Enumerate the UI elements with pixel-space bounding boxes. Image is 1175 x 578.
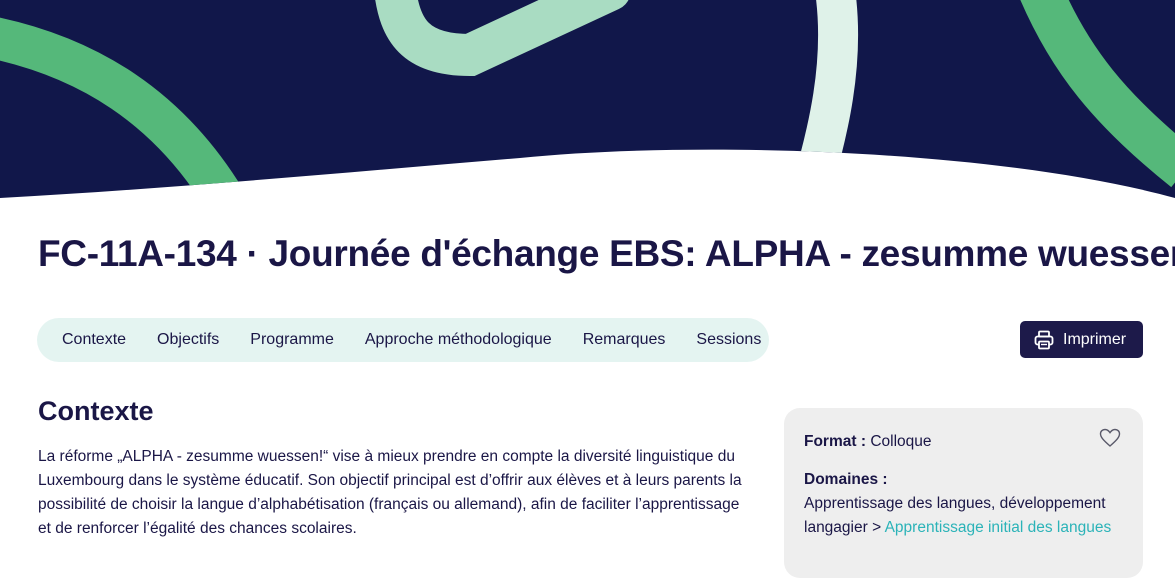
context-paragraph: La réforme „ALPHA - zesumme wuessen!“ vi… [38,448,742,537]
format-label: Format : [804,433,866,450]
domain-link[interactable]: Apprentissage initial des langues [885,519,1112,536]
tab-programme[interactable]: Programme [250,331,334,349]
info-card: Format : Colloque Domaines : Apprentissa… [784,408,1143,578]
tab-objectifs[interactable]: Objectifs [157,331,219,349]
section-heading-contexte: Contexte [38,396,154,426]
tab-contexte[interactable]: Contexte [62,331,126,349]
tab-sessions[interactable]: Sessions [696,331,761,349]
page-title: FC-11A-134 · Journée d'échange EBS: ALPH… [38,233,1175,274]
printer-icon [1034,330,1054,350]
format-line: Format : Colloque [804,430,1123,454]
format-value: Colloque [870,433,932,450]
section-tabs: Contexte Objectifs Programme Approche mé… [37,318,769,362]
tab-remarques[interactable]: Remarques [583,331,666,349]
domains-value: Apprentissage des langues, développement… [804,492,1123,540]
domains-label: Domaines : [804,471,888,488]
heart-icon[interactable] [1099,428,1121,448]
print-button-label: Imprimer [1063,330,1127,348]
print-button[interactable]: Imprimer [1020,321,1143,358]
hero-banner [0,0,1175,200]
hero-decoration [0,0,1175,198]
tab-approche-methodologique[interactable]: Approche méthodologique [365,331,552,349]
